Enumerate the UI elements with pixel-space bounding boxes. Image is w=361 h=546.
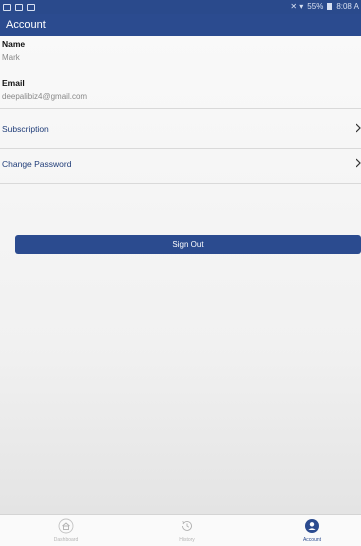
message-notification-icon [27,3,35,11]
status-bar: ✕ ▾ 55% 8:08 A [0,0,361,14]
subscription-label: Subscription [2,124,49,134]
account-icon [305,519,319,533]
notification-icons [0,3,35,11]
signal-icon: ✕ ▾ [290,2,304,11]
app-bar: Account [0,14,361,36]
change-password-row[interactable]: Change Password [0,151,361,177]
change-password-label: Change Password [2,159,72,169]
account-content: Name Mark Email deepalibiz4@gmail.com Su… [0,36,361,514]
divider [0,148,361,149]
clock: 8:08 A [336,2,359,11]
divider [0,108,361,109]
name-value: Mark [2,53,20,62]
photo-notification-icon [3,3,11,11]
bottom-nav: Dashboard History Account [0,514,361,546]
battery-icon [327,3,333,10]
chevron-right-icon [356,123,361,133]
home-icon [58,518,74,534]
tab-dashboard[interactable]: Dashboard [36,515,96,546]
name-label: Name [2,39,26,49]
sign-out-button[interactable]: Sign Out [15,235,361,254]
email-label: Email [2,78,25,88]
history-icon [182,521,192,531]
tab-history[interactable]: History [157,515,217,546]
tab-dashboard-label: Dashboard [53,537,79,543]
tab-history-label: History [179,537,195,543]
page-title: Account [6,19,46,31]
chevron-right-icon [356,158,361,168]
divider [0,183,361,184]
battery-percent: 55% [307,2,324,11]
email-value: deepalibiz4@gmail.com [2,92,88,101]
subscription-row[interactable]: Subscription [0,116,361,142]
phone-screen: ✕ ▾ 55% 8:08 A Account Name Mark Email d… [0,0,361,546]
image-notification-icon [15,3,23,11]
tab-account[interactable]: Account [282,515,342,546]
tab-account-label: Account [302,537,322,543]
